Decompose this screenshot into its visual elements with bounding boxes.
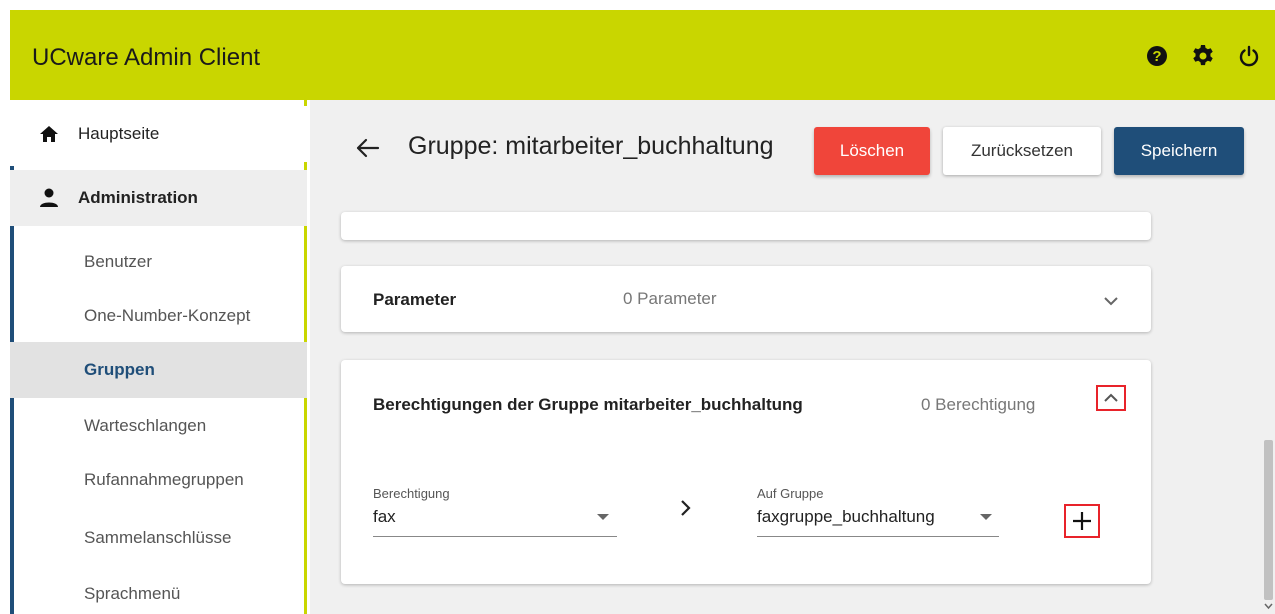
back-arrow-icon[interactable] [356,138,380,158]
parameter-count: 0 Parameter [623,289,717,308]
home-icon [38,123,60,145]
app-title: UCware Admin Client [32,44,261,71]
scrollbar[interactable] [1262,100,1275,614]
page-title: Gruppe: mitarbeiter_buchhaltung [408,132,774,160]
dropdown-caret-icon [980,514,992,520]
reset-button[interactable]: Zurücksetzen [943,127,1101,175]
group-select-value: faxgruppe_buchhaltung [757,507,935,526]
top-bar: UCware Admin Client ? [0,0,1275,100]
sidebar: Hauptseite Administration Benutzer One-N… [10,100,307,614]
sidebar-item-label: One-Number-Konzept [84,306,251,325]
sidebar-item-sprachmenue[interactable]: Sprachmenü [10,566,307,614]
plus-icon [1073,512,1091,530]
sidebar-item-one-number-konzept[interactable]: One-Number-Konzept [10,288,307,344]
sidebar-item-label: Rufannahmegruppen [84,470,244,489]
card-previous [341,212,1151,240]
sidebar-item-home[interactable]: Hauptseite [10,106,307,162]
chevron-down-icon[interactable] [1101,294,1121,308]
person-icon [38,187,60,209]
group-select-label: Auf Gruppe [757,486,824,501]
parameter-card[interactable]: Parameter 0 Parameter [341,266,1151,332]
scrollbar-thumb[interactable] [1264,440,1273,600]
sidebar-item-warteschlangen[interactable]: Warteschlangen [10,398,307,454]
sidebar-item-gruppen[interactable]: Gruppen [10,342,307,398]
chevron-right-icon [679,498,693,518]
sidebar-item-label: Sammelanschlüsse [84,528,232,547]
top-icons: ? [1145,44,1261,68]
sidebar-item-label: Hauptseite [78,124,160,143]
field-underline [373,536,617,537]
sidebar-item-sammelanschluesse[interactable]: Sammelanschlüsse [10,510,307,566]
sidebar-item-label: Sprachmenü [84,584,181,603]
dropdown-caret-icon [597,514,609,520]
group-select[interactable]: Auf Gruppe faxgruppe_buchhaltung [757,486,999,538]
sidebar-item-label: Gruppen [84,360,155,379]
delete-button[interactable]: Löschen [814,127,930,175]
add-permission-button[interactable] [1064,504,1100,538]
field-underline [757,536,999,537]
chevron-up-icon[interactable] [1096,385,1126,411]
sidebar-item-administration[interactable]: Administration [10,170,307,226]
permission-card-title: Berechtigungen der Gruppe mitarbeiter_bu… [373,395,803,414]
top-bar-band: UCware Admin Client ? [10,10,1275,100]
sidebar-item-rufannahmegruppen[interactable]: Rufannahmegruppen [10,452,307,508]
save-button[interactable]: Speichern [1114,127,1244,175]
help-icon[interactable]: ? [1145,44,1169,68]
sidebar-item-label: Warteschlangen [84,416,207,435]
sidebar-item-label: Administration [78,188,198,207]
sidebar-item-benutzer[interactable]: Benutzer [10,234,307,290]
main-content: Gruppe: mitarbeiter_buchhaltung Löschen … [310,100,1275,614]
parameter-card-title: Parameter [373,290,457,309]
permission-select[interactable]: Berechtigung fax [373,486,617,538]
svg-text:?: ? [1152,48,1161,65]
gear-icon[interactable] [1191,44,1215,68]
permission-card: Berechtigungen der Gruppe mitarbeiter_bu… [341,360,1151,584]
permission-select-label: Berechtigung [373,486,450,501]
permission-count: 0 Berechtigung [921,395,1036,414]
sidebar-item-label: Benutzer [84,252,153,271]
scroll-down-arrow-icon[interactable] [1264,598,1273,610]
power-icon[interactable] [1237,44,1261,68]
permission-select-value: fax [373,507,396,526]
